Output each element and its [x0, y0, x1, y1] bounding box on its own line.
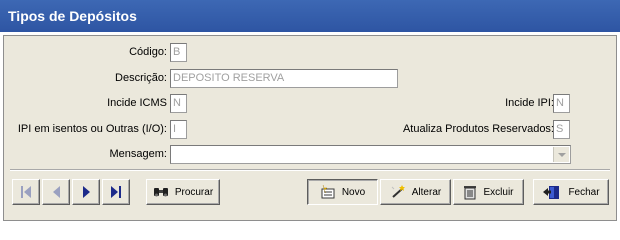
separator: [10, 169, 610, 171]
atualiza-field[interactable]: S: [553, 120, 570, 139]
alterar-label: Alterar: [411, 186, 442, 198]
procurar-button[interactable]: Procurar: [146, 179, 220, 205]
incide-icms-field[interactable]: N: [170, 94, 187, 113]
descricao-label: Descrição:: [115, 72, 167, 84]
ipi-isentos-label: IPI em isentos ou Outras (I/O):: [17, 123, 167, 135]
first-record-button[interactable]: [12, 179, 40, 205]
codigo-label: Código:: [129, 46, 167, 58]
incide-ipi-label: Incide IPI:: [505, 97, 554, 109]
descricao-field[interactable]: DEPOSITO RESERVA: [170, 69, 398, 88]
incide-ipi-field[interactable]: N: [553, 94, 570, 113]
binoculars-icon: [153, 188, 168, 197]
codigo-field[interactable]: B: [170, 43, 187, 62]
novo-button[interactable]: Novo: [307, 179, 378, 205]
prev-record-icon: [52, 186, 60, 198]
title-bar: Tipos de Depósitos: [0, 0, 620, 33]
window-title: Tipos de Depósitos: [8, 8, 137, 24]
new-record-icon: [321, 185, 335, 199]
edit-wand-icon: [391, 185, 405, 198]
prev-record-button[interactable]: [42, 179, 70, 205]
fechar-label: Fechar: [568, 186, 600, 198]
mensagem-label: Mensagem:: [109, 148, 167, 160]
next-record-icon: [82, 186, 90, 198]
form-panel: Código: B Descrição: DEPOSITO RESERVA In…: [3, 35, 617, 221]
excluir-button[interactable]: Excluir: [453, 179, 524, 205]
novo-label: Novo: [341, 186, 366, 198]
last-record-icon: [111, 186, 121, 198]
ipi-isentos-field[interactable]: I: [170, 120, 187, 139]
trash-icon: [464, 185, 477, 199]
next-record-button[interactable]: [72, 179, 100, 205]
fechar-button[interactable]: Fechar: [533, 179, 609, 205]
mensagem-select[interactable]: [170, 145, 571, 164]
first-record-icon: [21, 186, 31, 198]
excluir-label: Excluir: [483, 186, 514, 198]
atualiza-label: Atualiza Produtos Reservados:: [402, 123, 554, 135]
exit-door-icon: [543, 185, 560, 199]
alterar-button[interactable]: Alterar: [380, 179, 451, 205]
last-record-button[interactable]: [102, 179, 130, 205]
incide-icms-label: Incide ICMS: [107, 97, 167, 109]
procurar-label: Procurar: [174, 186, 214, 198]
dropdown-arrow-icon[interactable]: [553, 147, 569, 162]
